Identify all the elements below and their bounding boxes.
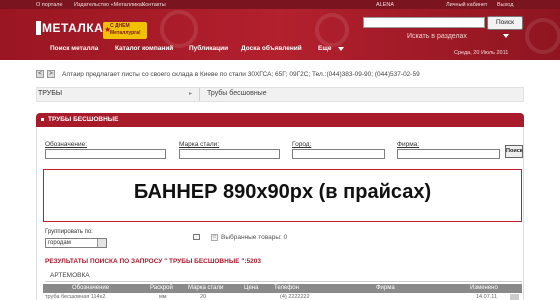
star-icon: ★ xyxy=(104,25,112,34)
filter-label-company: Фирма: xyxy=(397,141,420,148)
search-button[interactable]: Поиск xyxy=(487,16,523,30)
results-title: РЕЗУЛЬТАТЫ ПОИСКА ПО ЗАПРОСУ " ТРУБЫ БЕС… xyxy=(45,258,262,265)
user-name[interactable]: ALENA xyxy=(376,2,394,8)
current-date: Среда, 20 Июль 2011 xyxy=(454,50,509,56)
column-header[interactable]: Марка стали xyxy=(188,285,223,291)
nav-item-company-catalog[interactable]: Каталог компаний xyxy=(115,45,173,52)
company-input[interactable] xyxy=(397,149,500,159)
column-header[interactable]: Цена xyxy=(244,285,258,291)
divider xyxy=(45,281,522,282)
filter-label-city: Город: xyxy=(292,141,312,148)
logo-mark-icon xyxy=(36,21,41,35)
breadcrumb xyxy=(36,87,524,102)
region-heading: АРТЕМОВКА xyxy=(50,272,90,279)
chevron-right-icon: ▸ xyxy=(189,91,193,97)
chevron-down-icon[interactable] xyxy=(503,34,509,38)
breadcrumb-current: Трубы бесшовные xyxy=(207,90,267,97)
nav-item-board[interactable]: Доска объявлений xyxy=(241,45,302,52)
top-bar: О портале Издательство «Металлика» Конта… xyxy=(0,0,560,9)
panel-title: ТРУБЫ БЕСШОВНЫЕ xyxy=(48,116,119,123)
search-scope-select[interactable]: Искать в разделах xyxy=(407,33,467,40)
top-link-publisher[interactable]: Издательство «Металлика» xyxy=(74,2,145,8)
breadcrumb-category[interactable]: ТРУБЫ xyxy=(38,90,62,97)
column-header[interactable]: Раскрой xyxy=(150,285,173,291)
ticker-next-button[interactable]: > xyxy=(47,70,55,78)
column-header[interactable]: Изменено xyxy=(470,285,498,291)
filter-search-button[interactable]: Поиск xyxy=(505,145,523,158)
search-input[interactable] xyxy=(363,17,485,28)
ticker-prev-button[interactable]: < xyxy=(36,70,44,78)
designation-input[interactable] xyxy=(45,149,166,159)
gear-decor-icon xyxy=(160,10,198,48)
filter-label-designation: Обозначение: xyxy=(45,141,88,148)
table-cell: 20 xyxy=(200,294,207,300)
chevron-down-icon[interactable] xyxy=(338,47,344,51)
city-input[interactable] xyxy=(292,149,385,159)
column-header[interactable]: Телефон xyxy=(274,285,299,291)
exit-link[interactable]: Выход xyxy=(497,2,513,8)
site-logo[interactable]: МЕТАЛКА xyxy=(42,21,103,35)
nav-item-metal-search[interactable]: Поиск металла xyxy=(50,45,98,52)
breadcrumb-divider xyxy=(199,88,200,101)
gear-decor-icon xyxy=(525,18,560,54)
column-header[interactable]: Обозначение xyxy=(72,285,109,291)
table-cell: (4) 2222222 xyxy=(280,294,310,300)
nav-item-more[interactable]: Еще xyxy=(318,45,331,52)
table-cell: 14.07.11 xyxy=(476,294,498,300)
filter-label-steel: Марка стали: xyxy=(179,141,220,148)
bullet-icon xyxy=(41,118,44,121)
banner-text: БАННЕР 890х90px (в прайсах) xyxy=(133,181,432,203)
gear-decor-icon xyxy=(315,13,349,47)
nav-item-publications[interactable]: Публикации xyxy=(189,45,228,52)
table-cell: мм xyxy=(159,294,167,300)
top-link-contacts[interactable]: Контакты xyxy=(142,2,166,8)
printer-icon[interactable] xyxy=(193,234,200,240)
grouping-select[interactable]: городам xyxy=(45,238,107,248)
cabinet-link[interactable]: Личный кабинет xyxy=(446,2,487,8)
steel-grade-input[interactable] xyxy=(179,149,280,159)
top-link-about[interactable]: О портале xyxy=(36,2,63,8)
basket-icon: □ xyxy=(211,234,218,241)
grouping-label: Группировать по: xyxy=(45,229,93,235)
table-cell[interactable]: труба бесшовная 114х2 xyxy=(45,294,105,300)
add-to-basket-icon[interactable] xyxy=(510,294,519,300)
ticker-text[interactable]: Алтаир предлагает листы со своего склада… xyxy=(62,71,420,78)
column-header[interactable]: Фирма xyxy=(376,285,395,291)
selected-items-link[interactable]: Выбранные товары: 0 xyxy=(221,234,287,241)
